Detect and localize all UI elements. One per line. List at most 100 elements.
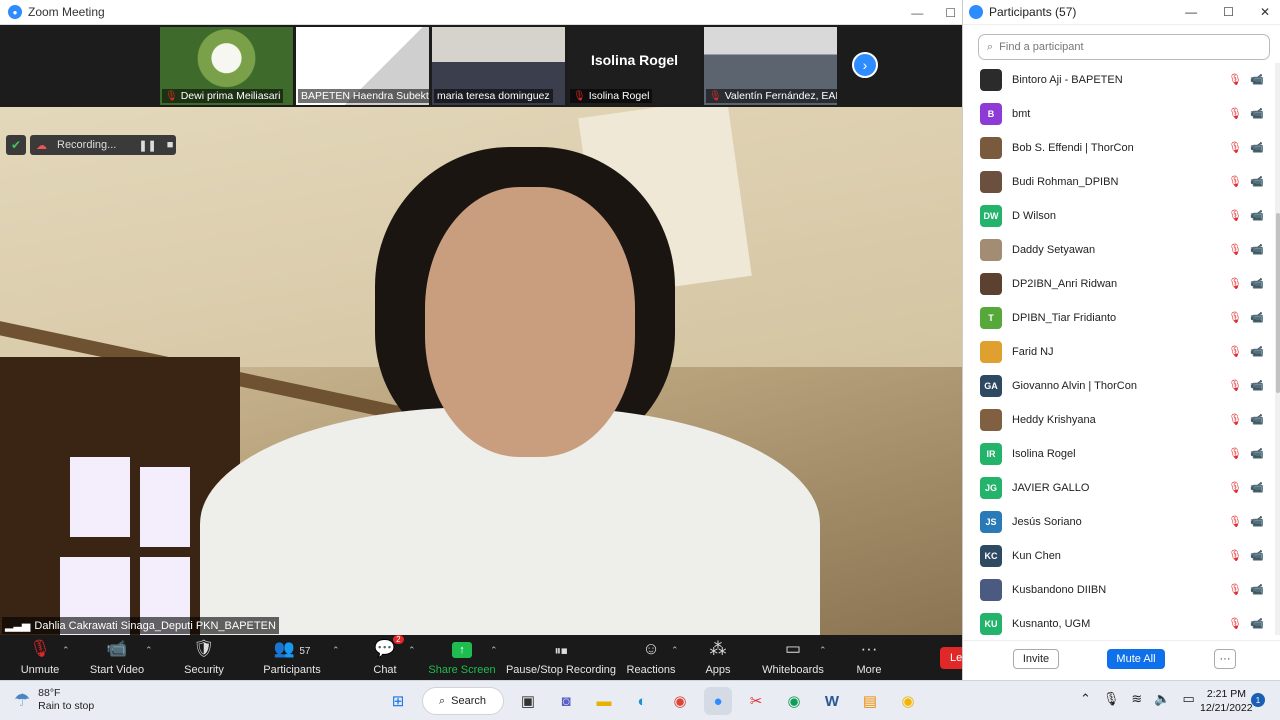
participant-row[interactable]: IR Isolina Rogel 🎙 📹: [963, 437, 1273, 471]
participant-list-scrollbar[interactable]: [1275, 63, 1280, 635]
pause-stop-recording-button[interactable]: ⏸⏹ Pause/Stop Recording: [505, 635, 617, 680]
stop-recording-button[interactable]: ■: [167, 139, 174, 151]
speaker-figure: [425, 187, 635, 457]
participant-name: Budi Rohman_DPIBN: [1012, 176, 1119, 188]
reactions-options-caret[interactable]: ⌃: [671, 645, 679, 656]
people-icon: 👥 57: [273, 639, 311, 658]
chrome-profile-icon[interactable]: ◉: [780, 687, 808, 715]
weather-label: Rain to stop: [38, 700, 95, 712]
word-icon[interactable]: W: [818, 687, 846, 715]
wifi-icon[interactable]: ≋: [1131, 691, 1142, 707]
leave-button[interactable]: Le: [940, 647, 962, 669]
zoom-app-icon[interactable]: ●: [704, 687, 732, 715]
chat-button[interactable]: 💬 2 Chat: [370, 635, 404, 680]
more-button[interactable]: ··· More: [854, 635, 884, 680]
participant-row[interactable]: Budi Rohman_DPIBN 🎙 📹: [963, 165, 1273, 199]
teams-chat-icon[interactable]: ◙: [552, 687, 580, 715]
chat-unread-badge: 2: [393, 635, 404, 644]
snipping-tool-icon[interactable]: ✂: [742, 687, 770, 715]
chrome-icon[interactable]: ◉: [666, 687, 694, 715]
participant-row[interactable]: Farid NJ 🎙 📹: [963, 335, 1273, 369]
participant-row[interactable]: Heddy Krishyana 🎙 📹: [963, 403, 1273, 437]
participant-row[interactable]: T DPIBN_Tiar Fridianto 🎙 📹: [963, 301, 1273, 335]
apps-button[interactable]: ⁂ Apps: [704, 635, 732, 680]
invite-button[interactable]: Invite: [1013, 649, 1059, 669]
minimize-button[interactable]: —: [911, 6, 923, 20]
participant-name: Giovanno Alvin | ThorCon: [1012, 380, 1137, 392]
task-view-icon[interactable]: ▣: [514, 687, 542, 715]
start-video-button[interactable]: 📹 Start Video: [88, 635, 146, 680]
mic-muted-icon: 🎙: [1228, 618, 1242, 630]
close-button[interactable]: ✕: [1260, 5, 1270, 19]
notification-badge[interactable]: 1: [1251, 693, 1265, 707]
camera-off-icon: 📹: [1249, 380, 1264, 392]
share-options-caret[interactable]: ⌃: [490, 645, 498, 656]
weather-widget[interactable]: ☂ 88°F Rain to stop: [14, 687, 94, 713]
edge-browser-icon[interactable]: ◐: [628, 687, 656, 715]
security-button[interactable]: 🛡 Security: [182, 635, 226, 680]
reactions-label: Reactions: [626, 664, 676, 676]
camera-off-icon: 📹: [1249, 74, 1264, 86]
participant-row[interactable]: KC Kun Chen 🎙 📹: [963, 539, 1273, 573]
chrome-icon[interactable]: ◉: [894, 687, 922, 715]
whiteboard-icon: ▭: [784, 639, 802, 658]
maximize-button[interactable]: ☐: [1223, 5, 1234, 19]
pause-stop-icon: ⏸⏹: [554, 643, 568, 658]
pause-recording-label: Pause/Stop Recording: [505, 664, 617, 676]
battery-icon[interactable]: ▭: [1183, 691, 1195, 707]
thumbnail-video[interactable]: maria teresa dominguez: [432, 27, 565, 105]
mute-all-button[interactable]: Mute All: [1107, 649, 1165, 669]
participant-search-input[interactable]: ⌕ Find a participant: [978, 34, 1270, 60]
whiteboards-button[interactable]: ▭ Whiteboards: [762, 635, 824, 680]
mic-muted-icon: 🎙: [1228, 550, 1242, 562]
reactions-button[interactable]: ☺ Reactions: [626, 635, 676, 680]
maximize-button[interactable]: ☐: [945, 6, 956, 20]
thumbnail-name: BAPETEN Haendra Subekti: [301, 90, 429, 102]
participant-row[interactable]: Daddy Setyawan 🎙 📹: [963, 233, 1273, 267]
chevron-up-icon[interactable]: ⌃: [1080, 691, 1091, 707]
participant-row[interactable]: JG JAVIER GALLO 🎙 📹: [963, 471, 1273, 505]
camera-icon: 📹: [1249, 482, 1264, 494]
recording-indicator: ✔ ☁ Recording... ❚❚ ■: [6, 135, 176, 155]
more-options-button[interactable]: ···: [1214, 649, 1236, 669]
thumbnail-video[interactable]: 🎙 Valentín Fernández, EAI: [704, 27, 837, 105]
participant-row[interactable]: Bob S. Effendi | ThorCon 🎙 📹: [963, 131, 1273, 165]
taskbar-search-label: Search: [451, 695, 487, 707]
next-page-button[interactable]: ›: [852, 52, 878, 78]
taskbar-clock[interactable]: 2:21 PM 12/21/2022: [1200, 687, 1253, 715]
file-explorer-icon[interactable]: ▬: [590, 687, 618, 715]
participant-row[interactable]: Bbmt 🎙 📹: [963, 97, 1273, 131]
unmute-button[interactable]: 🎙 Unmute: [18, 635, 62, 680]
share-screen-button[interactable]: ↑ Share Screen: [428, 635, 496, 680]
encryption-shield-icon[interactable]: ✔: [6, 135, 26, 155]
minimize-button[interactable]: —: [1185, 5, 1197, 19]
microphone-icon[interactable]: 🎙: [1103, 691, 1120, 707]
thumbnail-video[interactable]: BAPETEN Haendra Subekti: [296, 27, 429, 105]
participants-options-caret[interactable]: ⌃: [332, 645, 340, 656]
pause-recording-button[interactable]: ❚❚: [138, 139, 156, 152]
mic-muted-icon: 🎙: [1228, 142, 1242, 154]
participant-row[interactable]: KU Kusnanto, UGM 🎙 📹: [963, 607, 1273, 635]
thumbnail-video[interactable]: Isolina Rogel 🎙 Isolina Rogel: [568, 27, 701, 105]
participant-row[interactable]: GA Giovanno Alvin | ThorCon 🎙 📹: [963, 369, 1273, 403]
start-windows-icon[interactable]: ⊞: [384, 687, 412, 715]
participant-name: Kun Chen: [1012, 550, 1061, 562]
participant-row[interactable]: JS Jesús Soriano 🎙 📹: [963, 505, 1273, 539]
app-orange-icon[interactable]: ▤: [856, 687, 884, 715]
thumbnail-name: maria teresa dominguez: [437, 90, 550, 102]
participants-button[interactable]: 👥 57 Participants: [262, 635, 322, 680]
chat-options-caret[interactable]: ⌃: [408, 645, 416, 656]
speaker-icon[interactable]: 🔈: [1154, 691, 1170, 707]
participant-row[interactable]: Bintoro Aji - BAPETEN 🎙 📹: [963, 63, 1273, 97]
whiteboards-options-caret[interactable]: ⌃: [819, 645, 827, 656]
participant-name: Heddy Krishyana: [1012, 414, 1096, 426]
thumbnail-video[interactable]: 🎙 Dewi prima Meiliasari: [160, 27, 293, 105]
video-options-caret[interactable]: ⌃: [145, 645, 153, 656]
participant-row[interactable]: Kusbandono DIIBN 🎙 📹: [963, 573, 1273, 607]
taskbar-search-button[interactable]: ⌕ Search: [422, 687, 504, 715]
thumbnail-big-name: Isolina Rogel: [590, 52, 679, 68]
participant-row[interactable]: DP2IBN_Anri Ridwan 🎙 📹: [963, 267, 1273, 301]
participant-row[interactable]: DW D Wilson 🎙 📹: [963, 199, 1273, 233]
camera-icon: 📹: [1249, 414, 1264, 426]
audio-options-caret[interactable]: ⌃: [62, 645, 70, 656]
